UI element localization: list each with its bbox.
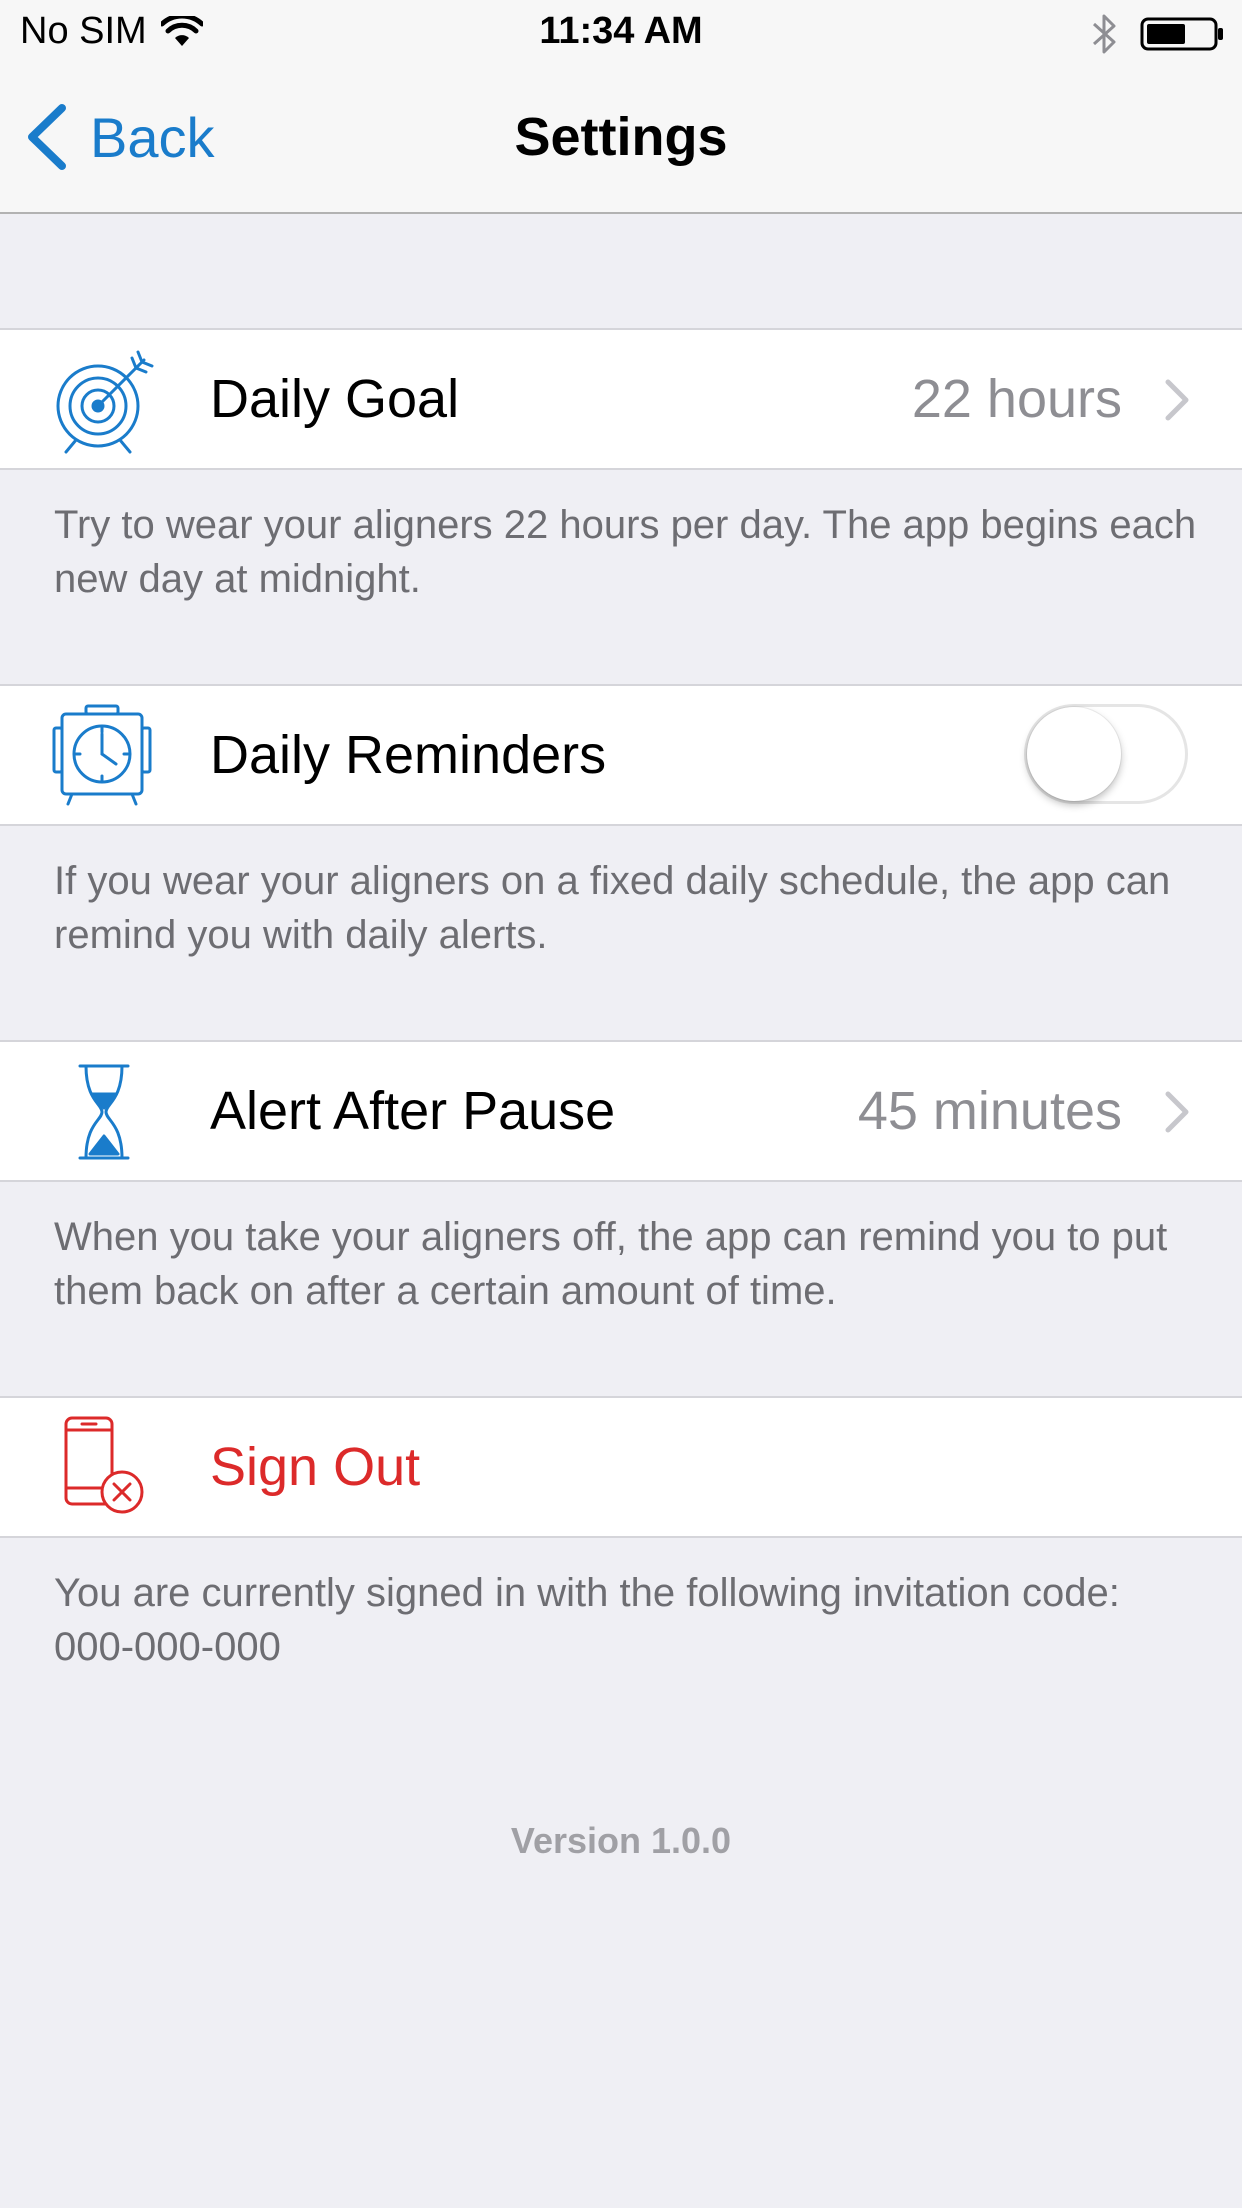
- phone-signout-icon: [64, 1416, 144, 1514]
- daily-reminders-toggle[interactable]: [1024, 704, 1188, 804]
- alert-after-pause-value: 45 minutes: [857, 1081, 1122, 1141]
- sign-out-row[interactable]: Sign Out: [0, 1396, 1242, 1538]
- sign-out-footer: You are currently signed in with the fol…: [54, 1571, 1120, 1669]
- target-icon: [56, 350, 154, 454]
- alert-after-pause-row[interactable]: Alert After Pause 45 minutes: [0, 1040, 1242, 1182]
- toggle-knob: [1027, 707, 1121, 801]
- page-title: Settings: [514, 107, 728, 167]
- daily-goal-footer: Try to wear your aligners 22 hours per d…: [54, 503, 1197, 601]
- daily-goal-row[interactable]: Daily Goal 22 hours: [0, 328, 1242, 470]
- chevron-right-icon: [1165, 379, 1189, 421]
- daily-goal-value: 22 hours: [911, 369, 1122, 429]
- alarm-clock-icon: [52, 704, 152, 806]
- hourglass-icon: [78, 1064, 130, 1160]
- status-bar: No SIM 11:34 AM: [0, 0, 1242, 64]
- daily-reminders-label: Daily Reminders: [210, 725, 607, 785]
- daily-reminders-footer: If you wear your aligners on a fixed dai…: [54, 859, 1171, 957]
- daily-goal-label: Daily Goal: [210, 369, 460, 429]
- battery-icon: [1140, 17, 1223, 51]
- chevron-right-icon: [1165, 1091, 1189, 1133]
- bluetooth-icon: [1092, 14, 1116, 54]
- sign-out-label: Sign Out: [210, 1437, 421, 1497]
- version-label: Version 1.0.0: [510, 1820, 732, 1861]
- daily-reminders-row: Daily Reminders: [0, 684, 1242, 826]
- status-time: 11:34 AM: [539, 10, 703, 52]
- navigation-bar: Back Settings: [0, 64, 1242, 214]
- alert-after-pause-footer: When you take your aligners off, the app…: [54, 1215, 1168, 1313]
- status-right: [1090, 12, 1224, 56]
- alert-after-pause-label: Alert After Pause: [210, 1081, 616, 1141]
